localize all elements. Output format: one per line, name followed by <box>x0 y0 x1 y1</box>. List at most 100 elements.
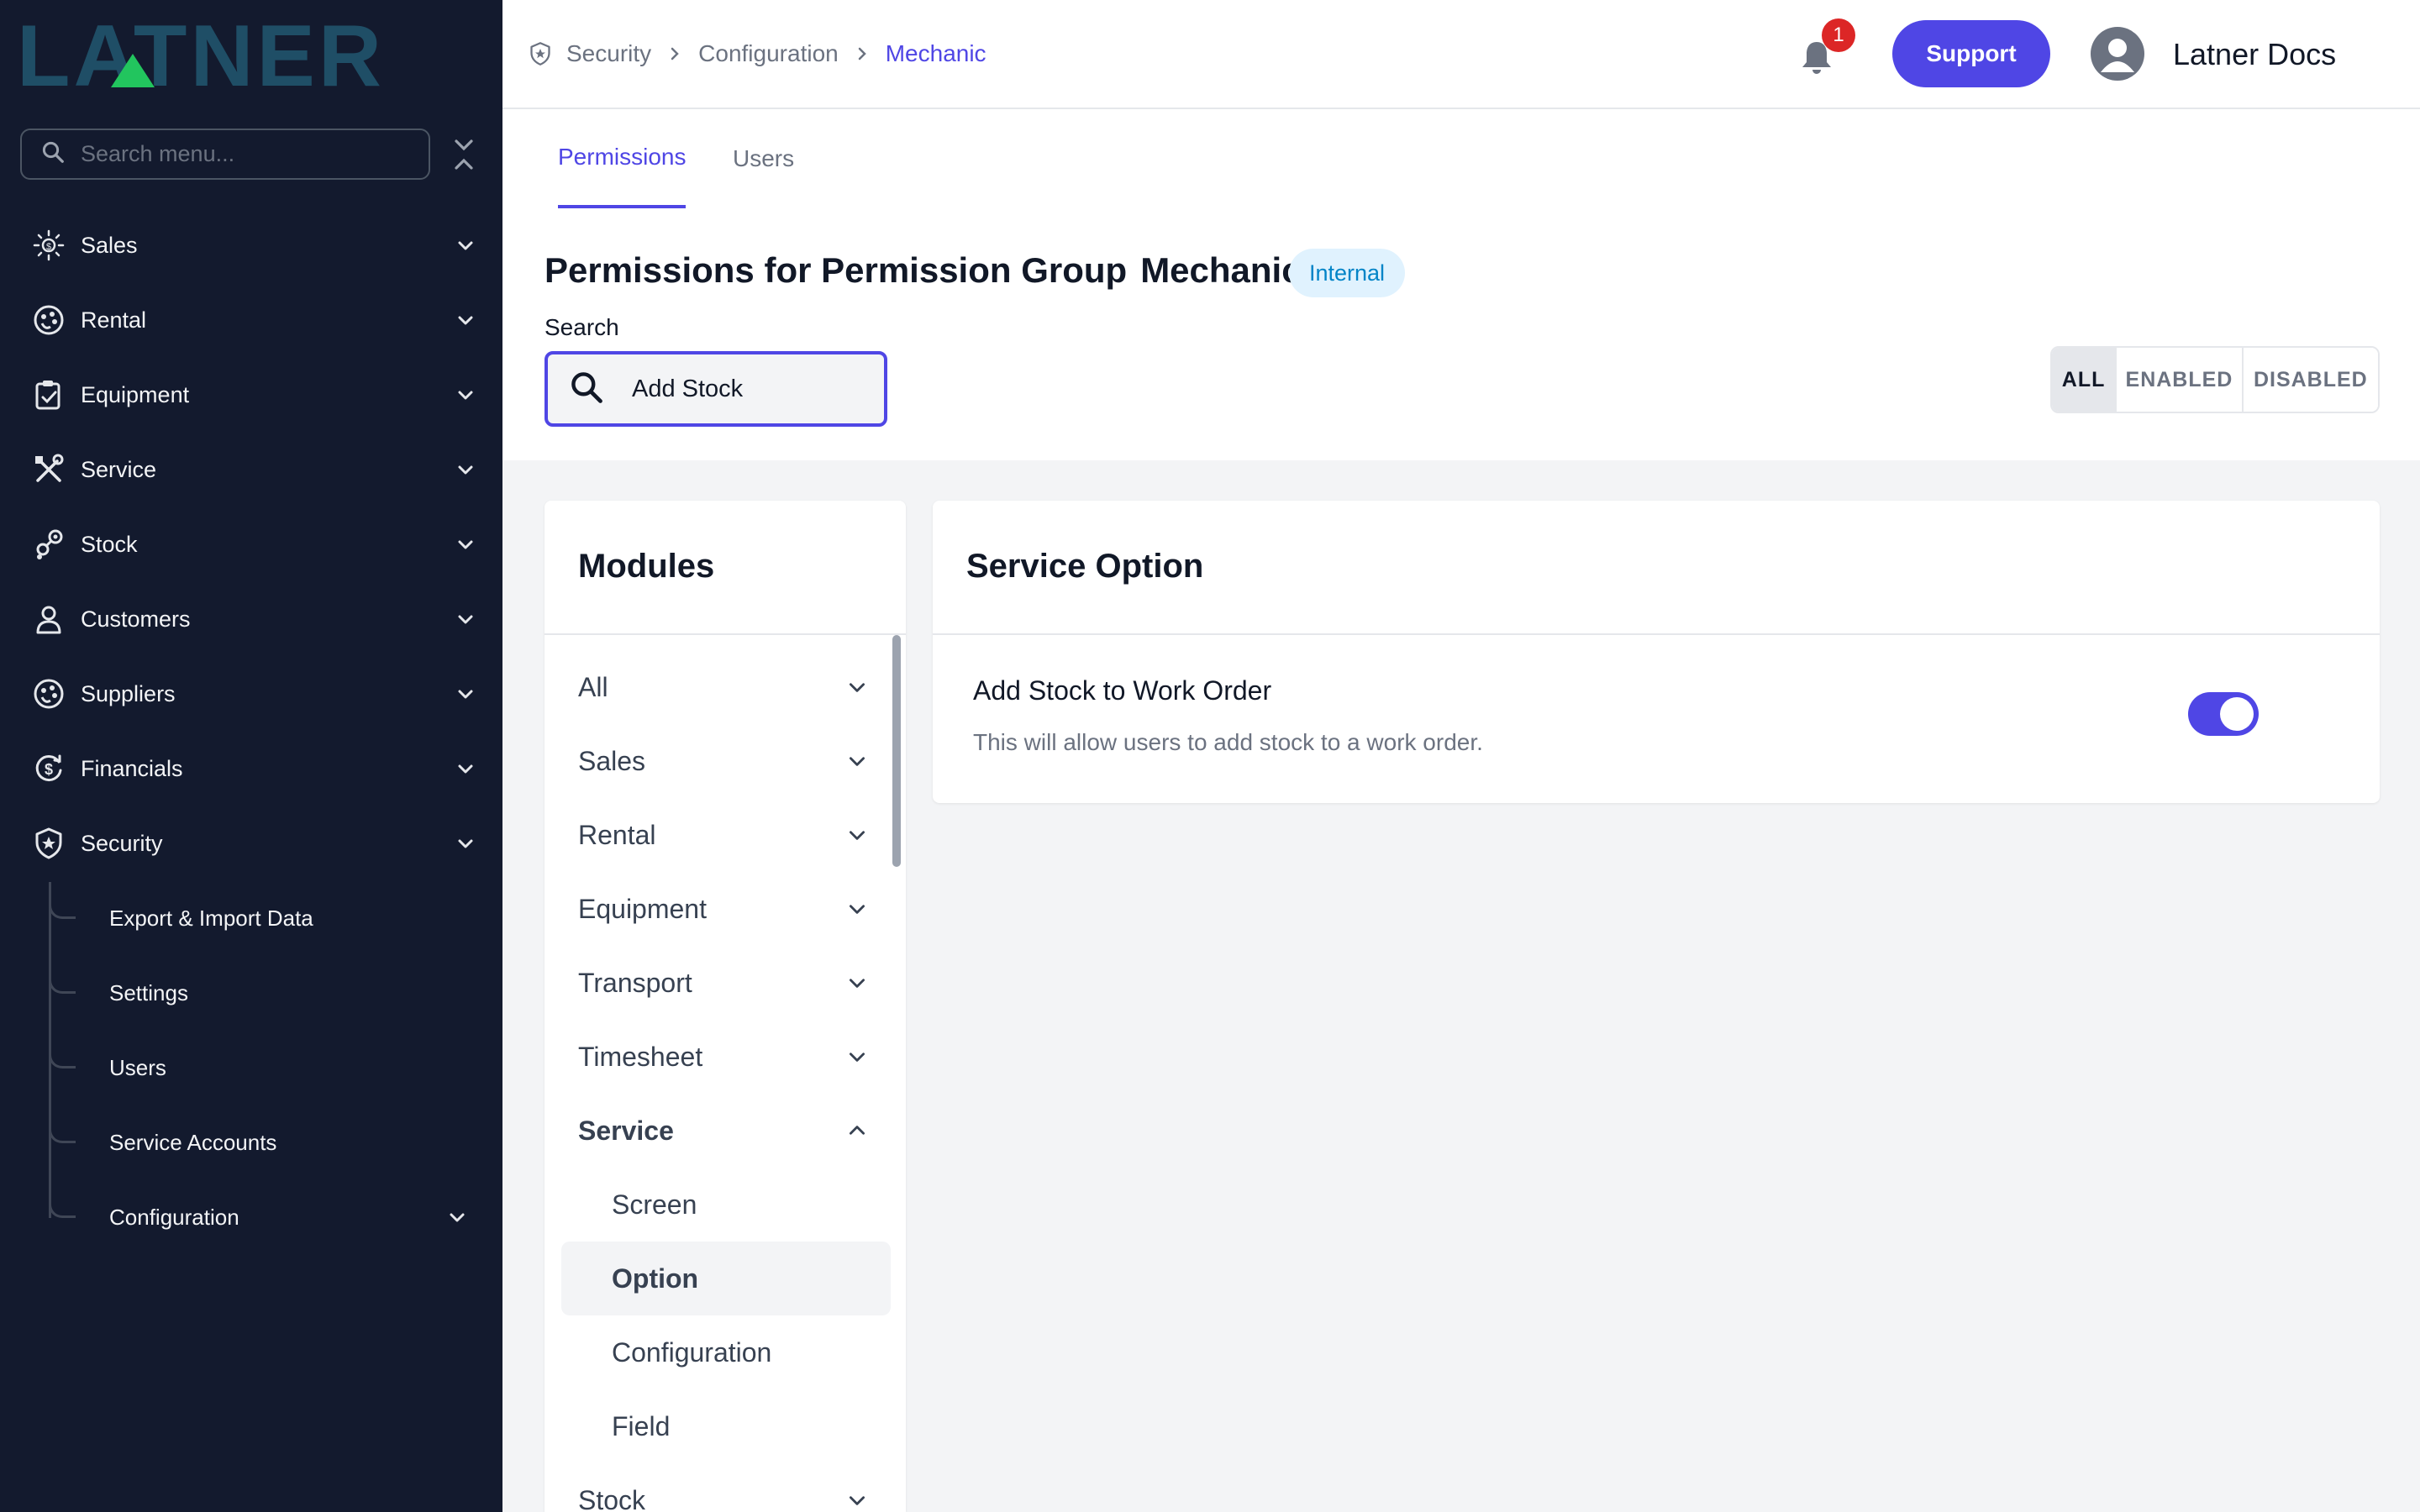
chevron-down-icon[interactable] <box>840 966 874 1000</box>
permission-search[interactable] <box>544 351 887 427</box>
toggle-knob <box>2220 697 2254 731</box>
support-button[interactable]: Support <box>1892 20 2050 87</box>
module-label: Equipment <box>578 893 707 924</box>
chevron-down-icon[interactable] <box>442 1202 472 1232</box>
chevron-down-icon[interactable] <box>840 892 874 926</box>
sidebar-item-sales[interactable]: $ Sales <box>30 220 484 270</box>
chevron-down-icon[interactable] <box>450 753 481 784</box>
sidebar-item-security[interactable]: Security <box>30 818 484 869</box>
tab-permissions[interactable]: Permissions <box>558 109 687 208</box>
chevron-down-icon[interactable] <box>450 828 481 858</box>
rental-icon <box>30 302 67 339</box>
filter-all-button[interactable]: ALL <box>2052 348 2118 412</box>
module-subitem-configuration[interactable]: Configuration <box>561 1315 891 1389</box>
sidebar-item-service[interactable]: Service <box>30 444 484 495</box>
chevron-down-icon[interactable] <box>840 818 874 852</box>
breadcrumb-configuration[interactable]: Configuration <box>698 40 839 67</box>
sidebar-item-financials[interactable]: $ Financials <box>30 743 484 794</box>
breadcrumb: Security Configuration Mechanic <box>528 34 986 74</box>
sidebar-item-rental[interactable]: Rental <box>30 295 484 345</box>
filter-enabled-button[interactable]: ENABLED <box>2117 348 2244 412</box>
chevron-down-icon[interactable] <box>840 744 874 778</box>
sidebar-subitem-label: Export & Import Data <box>109 905 313 931</box>
sidebar-item-equipment[interactable]: Equipment <box>30 370 484 420</box>
sidebar-subitem-label: Configuration <box>109 1204 239 1230</box>
sidebar-item-suppliers[interactable]: Suppliers <box>30 669 484 719</box>
sidebar-subitem-label: Users <box>109 1054 166 1080</box>
module-subitem-field[interactable]: Field <box>561 1389 891 1463</box>
permission-name: Add Stock to Work Order <box>973 675 1272 706</box>
permission-description: This will allow users to add stock to a … <box>973 729 1483 755</box>
sidebar-item-label: Financials <box>81 755 183 781</box>
page-title-prefix: Permissions for Permission Group <box>544 250 1128 290</box>
module-subitem-label: Option <box>612 1263 699 1294</box>
latner-logo[interactable]: LATNER <box>17 8 471 105</box>
tree-branch <box>49 1118 76 1143</box>
module-subitem-option[interactable]: Option <box>561 1242 891 1315</box>
chevron-down-icon[interactable] <box>450 679 481 709</box>
menu-search-input[interactable] <box>81 141 400 167</box>
module-item-rental[interactable]: Rental <box>561 798 891 872</box>
module-label: Service <box>578 1115 674 1146</box>
modules-panel: Modules All Sales Rental Equipment Trans… <box>544 501 906 1512</box>
module-item-service[interactable]: Service <box>561 1094 891 1168</box>
permission-toggle[interactable] <box>2188 692 2259 736</box>
chevron-down-icon[interactable] <box>450 604 481 634</box>
equipment-icon <box>30 376 67 413</box>
module-label: Stock <box>578 1484 646 1512</box>
sidebar-subitem-export-import[interactable]: Export & Import Data <box>49 893 486 943</box>
search-icon <box>568 369 605 410</box>
tab-users[interactable]: Users <box>733 109 794 208</box>
svg-text:$: $ <box>45 761 53 778</box>
tree-branch <box>49 1043 76 1068</box>
module-item-stock[interactable]: Stock <box>561 1463 891 1512</box>
chevron-down-icon[interactable] <box>840 1040 874 1074</box>
module-subitem-label: Configuration <box>612 1336 772 1368</box>
option-panel-title: Service Option <box>966 548 1204 585</box>
collapse-all-icon[interactable] <box>449 134 479 175</box>
module-item-transport[interactable]: Transport <box>561 946 891 1020</box>
sidebar-subitem-configuration[interactable]: Configuration <box>49 1192 486 1242</box>
breadcrumb-security[interactable]: Security <box>566 40 651 67</box>
search-icon <box>40 139 66 169</box>
module-item-equipment[interactable]: Equipment <box>561 872 891 946</box>
filter-disabled-button[interactable]: DISABLED <box>2243 348 2378 412</box>
module-item-timesheet[interactable]: Timesheet <box>561 1020 891 1094</box>
sidebar-item-customers[interactable]: Customers <box>30 594 484 644</box>
module-subitem-screen[interactable]: Screen <box>561 1168 891 1242</box>
modules-scrollbar[interactable] <box>892 635 901 867</box>
chevron-down-icon[interactable] <box>840 1483 874 1512</box>
sidebar-subitem-users[interactable]: Users <box>49 1042 486 1093</box>
suppliers-icon <box>30 675 67 712</box>
chevron-down-icon[interactable] <box>450 230 481 260</box>
permission-group-name: Mechanic <box>1140 250 1302 290</box>
sidebar-subitem-label: Service Accounts <box>109 1129 277 1155</box>
sidebar-item-stock[interactable]: Stock <box>30 519 484 570</box>
chevron-down-icon[interactable] <box>450 380 481 410</box>
module-label: All <box>578 671 608 702</box>
chevron-down-icon[interactable] <box>450 454 481 485</box>
divider <box>544 633 906 635</box>
tree-branch <box>49 894 76 919</box>
tabs: Permissions Users <box>502 109 2420 208</box>
menu-search[interactable] <box>20 129 430 180</box>
permission-search-input[interactable] <box>632 375 884 403</box>
customers-icon <box>30 601 67 638</box>
chevron-down-icon[interactable] <box>450 305 481 335</box>
sidebar-subitem-settings[interactable]: Settings <box>49 968 486 1018</box>
breadcrumb-current: Mechanic <box>885 40 986 66</box>
chevron-up-icon[interactable] <box>840 1114 874 1147</box>
stock-icon <box>30 526 67 563</box>
chevron-right-icon <box>668 45 681 62</box>
service-icon <box>30 451 67 488</box>
user-name[interactable]: Latner Docs <box>2173 37 2336 72</box>
chevron-down-icon[interactable] <box>840 670 874 704</box>
sidebar-item-label: Customers <box>81 606 191 632</box>
sidebar-item-label: Suppliers <box>81 680 176 706</box>
sidebar-subitem-service-accounts[interactable]: Service Accounts <box>49 1117 486 1168</box>
chevron-down-icon[interactable] <box>450 529 481 559</box>
module-item-sales[interactable]: Sales <box>561 724 891 798</box>
svg-text:$: $ <box>46 242 51 252</box>
module-item-all[interactable]: All <box>561 650 891 724</box>
avatar[interactable] <box>2091 27 2144 81</box>
